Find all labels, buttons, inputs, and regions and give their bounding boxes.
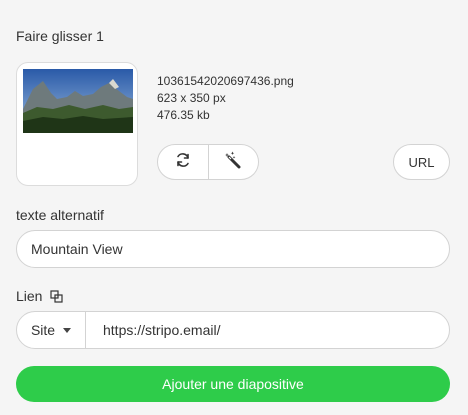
section-title: Faire glisser 1	[16, 28, 104, 44]
edit-image-button[interactable]	[207, 145, 259, 179]
link-url-input[interactable]: https://stripo.email/	[86, 312, 449, 348]
file-dimensions: 623 x 350 px	[157, 91, 226, 105]
link-type-select[interactable]: Site	[17, 312, 86, 348]
file-size: 476.35 kb	[157, 108, 210, 122]
image-action-group	[157, 144, 259, 180]
file-info: 10361542020697436.png 623 x 350 px 476.3…	[157, 73, 294, 124]
link-label-row: Lien	[16, 288, 63, 306]
file-name: 10361542020697436.png	[157, 74, 294, 88]
image-thumbnail-card[interactable]	[16, 62, 138, 186]
link-type-value: Site	[30, 322, 56, 338]
replace-image-button[interactable]	[158, 145, 208, 179]
image-thumbnail	[23, 69, 133, 133]
chevron-down-icon	[63, 327, 72, 333]
link-field: Site https://stripo.email/	[16, 311, 450, 349]
link-label: Lien	[16, 288, 43, 304]
image-url-button[interactable]: URL	[393, 144, 450, 180]
alt-text-input[interactable]: Mountain View	[16, 230, 450, 268]
copy-icon[interactable]	[50, 290, 63, 306]
alt-text-label: texte alternatif	[16, 207, 104, 223]
refresh-icon	[174, 151, 192, 174]
magic-wand-icon	[224, 151, 242, 174]
add-slide-button[interactable]: Ajouter une diapositive	[16, 366, 450, 402]
